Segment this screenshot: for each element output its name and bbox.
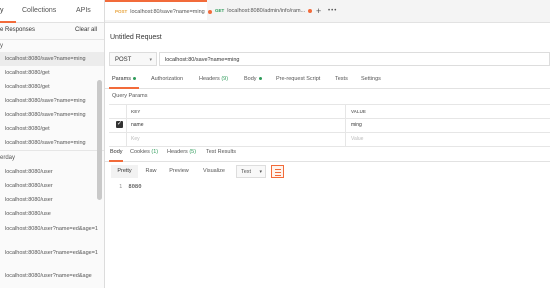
tab-response-headers-label: Headers — [167, 149, 188, 155]
request-tab-bar: POST localhost:80/save?name=ming GET local… — [105, 0, 550, 23]
tab-body[interactable]: Body — [244, 76, 262, 82]
sidebar-header: e Responses Clear all — [0, 23, 104, 40]
table-row: ✓ name ming — [109, 119, 550, 133]
tab-body-label: Body — [244, 76, 257, 82]
history-item[interactable]: localhost:8080/get — [0, 66, 104, 80]
line-number: 1 — [119, 184, 123, 190]
history-item[interactable]: localhost:8080/user — [0, 193, 104, 207]
history-item[interactable]: localhost:8080/use — [0, 207, 104, 221]
wrap-lines-icon-bar — [275, 172, 281, 173]
response-body-code[interactable]: 1 8080 — [119, 184, 142, 190]
history-item[interactable]: localhost:8080/user?name=ed&age=1 — [0, 245, 104, 269]
history-item[interactable]: localhost:8080/user — [0, 179, 104, 193]
query-params-title: Query Params — [112, 93, 148, 99]
tab-cookies-label: Cookies — [130, 149, 150, 155]
format-preview-button[interactable]: Preview — [166, 165, 192, 178]
column-divider — [345, 105, 346, 118]
column-divider — [345, 119, 346, 132]
cookies-count: (1) — [151, 149, 159, 155]
save-responses-label[interactable]: e Responses — [0, 27, 35, 33]
history-item[interactable]: localhost:8080/save?name=ming — [0, 108, 104, 122]
tab-tests[interactable]: Tests — [335, 76, 348, 82]
request-tab-label: localhost:80/save?name=ming — [130, 9, 205, 15]
wrap-lines-icon[interactable] — [271, 165, 284, 178]
param-key-input[interactable]: name — [131, 119, 144, 132]
headers-count: (9) — [221, 76, 229, 82]
chevron-down-icon: ▾ — [259, 169, 262, 175]
request-tab[interactable]: POST localhost:80/save?name=ming — [105, 0, 212, 20]
column-divider — [126, 119, 127, 132]
history-sidebar: y Collections APIs e Responses Clear all… — [0, 0, 105, 288]
column-divider — [126, 105, 127, 118]
history-item[interactable]: localhost:8080/get — [0, 80, 104, 94]
format-type-select[interactable]: Text ▾ — [236, 165, 266, 178]
request-name[interactable]: Untitled Request — [110, 34, 162, 41]
tab-authorization[interactable]: Authorization — [151, 76, 183, 82]
tab-test-results[interactable]: Test Results — [206, 149, 236, 155]
tab-prerequest-script[interactable]: Pre-request Script — [276, 76, 320, 82]
tab-settings[interactable]: Settings — [361, 76, 381, 82]
method-value: POST — [115, 57, 132, 63]
more-tabs-icon[interactable]: ••• — [328, 0, 337, 22]
method-select[interactable]: POST ▾ — [109, 52, 157, 66]
tab-response-body[interactable]: Body — [110, 149, 123, 155]
body-active-dot-icon — [258, 77, 262, 81]
history-item[interactable]: localhost:8080/save?name=ming — [0, 136, 104, 150]
history-item[interactable]: localhost:8080/save?name=ming — [0, 52, 104, 66]
wrap-lines-icon-bar — [275, 175, 281, 176]
history-item[interactable]: localhost:8080/user — [0, 165, 104, 179]
tab-params[interactable]: Params — [112, 76, 136, 82]
chevron-down-icon: ▾ — [149, 57, 152, 63]
active-tab-indicator — [109, 160, 123, 162]
response-tabs: Body Cookies (1) Headers (5) Test Result… — [105, 145, 550, 162]
format-pretty-button[interactable]: Pretty — [111, 165, 138, 178]
column-header-value: VALUE — [351, 109, 366, 114]
query-params-table: KEY VALUE ✓ name ming Key Value — [109, 104, 550, 147]
request-workspace: POST localhost:80/save?name=ming GET local… — [105, 0, 550, 288]
code-line: 8080 — [128, 184, 142, 190]
tab-apis[interactable]: APIs — [76, 7, 91, 14]
method-badge: POST — [115, 9, 128, 14]
column-header-key: KEY — [131, 109, 141, 114]
clear-all-button[interactable]: Clear all — [75, 27, 97, 33]
params-active-dot-icon — [132, 77, 136, 81]
tab-history[interactable]: y — [0, 7, 4, 14]
tab-collections[interactable]: Collections — [22, 7, 56, 14]
format-raw-button[interactable]: Raw — [141, 165, 161, 178]
method-badge: GET — [215, 8, 225, 13]
tab-headers-label: Headers — [199, 76, 220, 82]
sidebar-scrollbar[interactable] — [97, 80, 102, 200]
wrap-lines-icon-bar — [275, 169, 281, 170]
tab-params-label: Params — [112, 76, 131, 82]
history-item[interactable]: localhost:8080/get — [0, 122, 104, 136]
history-group-title: erday — [0, 150, 104, 165]
tab-headers[interactable]: Headers (9) — [199, 76, 228, 82]
tab-response-headers[interactable]: Headers (5) — [167, 149, 196, 155]
request-tab[interactable]: GET localhost:8080/admin/info/ram... — [209, 0, 313, 22]
response-headers-count: (5) — [189, 149, 197, 155]
url-input[interactable]: localhost:80/save?name=ming — [159, 52, 550, 66]
sidebar-tabs: y Collections APIs — [0, 0, 104, 23]
request-tabs: Params Authorization Headers (9) Body Pr… — [105, 72, 550, 89]
history-group-title: y — [0, 43, 3, 49]
history-item[interactable]: localhost:8080/user?name=ed&age — [0, 269, 104, 283]
format-type-value: Text — [241, 169, 252, 175]
param-value-input[interactable]: ming — [351, 119, 362, 132]
checkbox-checked-icon[interactable]: ✓ — [116, 121, 123, 128]
tab-cookies[interactable]: Cookies (1) — [130, 149, 158, 155]
request-tab-label: localhost:8080/admin/info/ram... — [227, 8, 306, 14]
active-tab-indicator — [109, 87, 139, 89]
unsaved-dot-icon — [308, 8, 313, 13]
table-header-row: KEY VALUE — [109, 105, 550, 119]
history-item[interactable]: localhost:8080/save?name=ming — [0, 94, 104, 108]
new-tab-plus-icon[interactable]: + — [316, 0, 321, 22]
history-item[interactable]: localhost:8080/user?name=ed&age=1 — [0, 221, 104, 245]
format-visualize-button[interactable]: Visualize — [199, 165, 229, 178]
